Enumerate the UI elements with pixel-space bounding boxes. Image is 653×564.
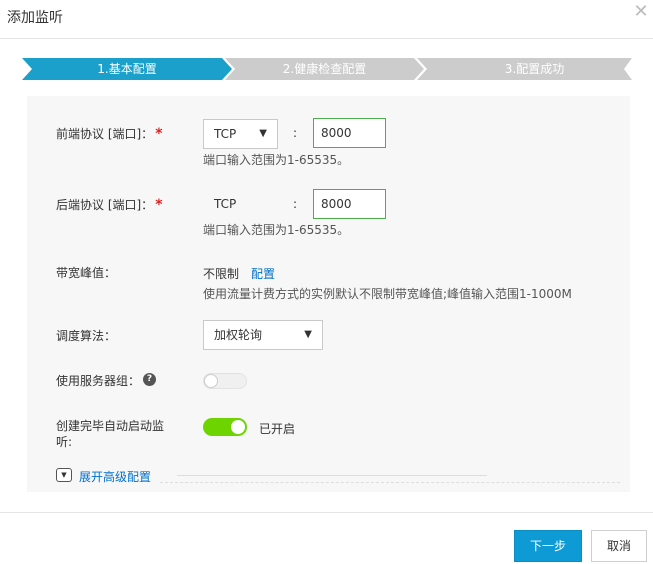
auto-start-label-line2: 听:	[56, 435, 73, 449]
advanced-dotted-divider	[160, 482, 620, 483]
expand-chevron-icon[interactable]: ▼	[56, 468, 72, 482]
dialog-header: 添加监听 ✕	[0, 0, 653, 39]
wizard-steps: 1.基本配置 2.健康检查配置 3.配置成功	[22, 58, 634, 80]
server-group-toggle[interactable]	[203, 373, 247, 389]
toggle-knob	[204, 374, 218, 388]
close-icon[interactable]: ✕	[633, 3, 649, 21]
auto-start-status: 已开启	[259, 422, 296, 436]
caret-down-icon: ▼	[304, 329, 312, 340]
server-group-label: 使用服务器组：	[56, 374, 141, 388]
frontend-protocol-label-text: 前端协议 [端口]：	[56, 127, 154, 141]
frontend-protocol-label: 前端协议 [端口]： *	[56, 126, 163, 142]
add-listener-dialog: 添加监听 ✕ 1.基本配置 2.健康检查配置 3.配置成功 前端协议 [端口]：…	[0, 0, 653, 564]
frontend-protocol-value: TCP	[214, 127, 237, 141]
bandwidth-hint: 使用流量计费方式的实例默认不限制带宽峰值;峰值输入范围1-1000M	[203, 287, 572, 301]
backend-protocol-value: TCP	[214, 197, 237, 211]
dialog-title: 添加监听	[7, 10, 63, 26]
auto-start-label: 创建完毕自动启动监 听:	[56, 418, 164, 450]
step-1-label: 1.基本配置	[97, 62, 157, 76]
backend-port-hint: 端口输入范围为1-65535。	[203, 223, 350, 237]
scheduler-value: 加权轮询	[214, 328, 263, 342]
backend-port-input[interactable]	[313, 189, 386, 219]
required-mark: *	[155, 197, 163, 213]
toggle-knob	[231, 420, 245, 434]
backend-protocol-label: 后端协议 [端口]： *	[56, 197, 163, 213]
auto-start-label-line1: 创建完毕自动启动监	[56, 419, 165, 433]
backend-protocol-label-text: 后端协议 [端口]：	[56, 198, 154, 212]
cancel-button[interactable]: 取消	[591, 530, 647, 562]
scheduler-label: 调度算法：	[56, 329, 117, 343]
caret-down-icon: ▼	[259, 128, 267, 139]
bandwidth-value: 不限制	[203, 267, 240, 281]
backend-port-colon: :	[293, 197, 298, 211]
advanced-divider	[177, 475, 487, 476]
expand-advanced-link[interactable]: 展开高级配置	[79, 468, 151, 485]
frontend-port-input[interactable]	[313, 118, 386, 148]
auto-start-toggle[interactable]	[203, 418, 247, 436]
help-icon[interactable]: ?	[143, 373, 156, 386]
frontend-port-colon: :	[293, 126, 298, 140]
step-2-label: 2.健康检查配置	[282, 62, 367, 76]
bandwidth-label: 带宽峰值：	[56, 266, 117, 280]
step-3-label: 3.配置成功	[504, 62, 565, 76]
next-step-button[interactable]: 下一步	[514, 530, 582, 562]
footer-divider	[0, 512, 653, 513]
frontend-protocol-select[interactable]: TCP ▼	[203, 119, 278, 149]
scheduler-select[interactable]: 加权轮询 ▼	[203, 320, 323, 350]
frontend-port-hint: 端口输入范围为1-65535。	[203, 153, 350, 167]
required-mark: *	[155, 126, 163, 142]
bandwidth-config-link[interactable]: 配置	[251, 265, 275, 282]
